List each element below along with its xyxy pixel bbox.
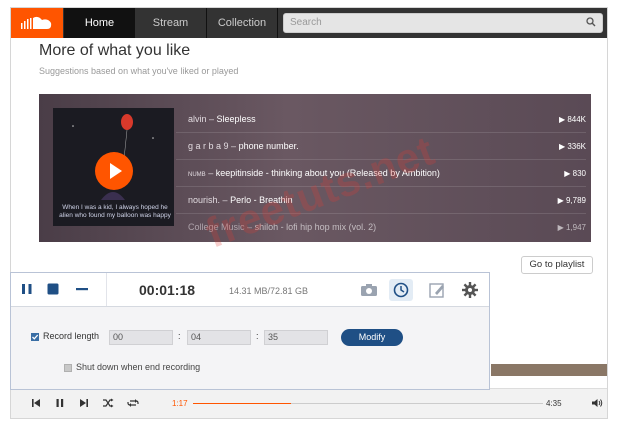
elapsed-time: 1:17 [172,399,188,408]
play-count: ▶ 336K [558,142,586,151]
shutdown-checkbox[interactable] [64,364,72,372]
volume-icon[interactable] [591,398,603,408]
track-separator: – [231,141,239,151]
check-icon [32,334,39,340]
toolbar-divider [106,273,107,306]
cloud-icon [21,16,52,29]
play-count-value: 336K [567,142,586,151]
shutdown-label: Shut down when end recording [76,362,201,372]
play-count: ▶ 830 [564,169,586,178]
track-separator: – [222,195,231,205]
play-count-value: 1,947 [565,223,586,232]
track-separator: – [247,222,255,232]
record-length-checkbox[interactable] [31,333,39,341]
track-row[interactable]: nourish. – Perlo - Breathin ▶ 9,789 [176,187,586,214]
track-artist: g a r b a 9 [188,141,229,151]
track-list: alvin – Sleepless ▶ 844K g a r b a 9 – p… [176,106,586,234]
track-title: Perlo - Breathin [230,195,293,205]
next-icon[interactable] [79,398,89,408]
clock-icon [393,282,409,298]
track-artist: numb [188,168,206,178]
search-input[interactable]: Search [283,13,603,33]
play-button[interactable] [95,152,133,190]
pause-icon[interactable] [55,398,65,408]
play-count: ▶ 9,789 [557,196,586,205]
hours-input[interactable]: 00 [109,330,173,345]
next-section-image [491,364,607,376]
minutes-input[interactable]: 04 [187,330,251,345]
track-row[interactable]: alvin – Sleepless ▶ 844K [176,106,586,133]
track-title: keepitinside - thinking about you (Relea… [215,168,440,178]
nav-home[interactable]: Home [64,8,134,38]
play-count-value: 830 [572,169,586,178]
minimize-icon[interactable] [75,282,89,296]
search-placeholder: Search [290,17,322,28]
track-artist: College Music [188,222,245,232]
play-icon [110,163,122,179]
section-title: More of what you like [39,42,191,59]
playlist-banner: When I was a kid, I always hoped he alie… [39,94,591,242]
modify-button[interactable]: Modify [341,329,403,346]
play-count-value: 844K [567,115,586,124]
track-title: phone number. [238,141,299,151]
track-separator: – [208,168,216,178]
edit-icon [429,283,444,298]
time-colon: : [256,331,259,341]
recording-timer: 00:01:18 [139,282,196,298]
go-to-playlist-button[interactable]: Go to playlist [521,256,593,274]
track-artist: nourish. [188,195,221,205]
bottom-player-bar: 1:17 4:35 [11,388,607,418]
time-colon: : [178,331,181,341]
recorder-toolbar: 00:01:18 14.31 MB/72.81 GB [11,273,489,307]
search-icon[interactable] [586,17,596,27]
edit-button[interactable] [425,279,449,301]
play-count-value: 9,789 [565,196,586,205]
progress-bar[interactable] [193,403,543,404]
progress-fill [193,403,291,404]
playlist-artwork[interactable]: When I was a kid, I always hoped he alie… [53,108,174,226]
repeat-icon[interactable] [127,398,139,408]
previous-icon[interactable] [31,398,41,408]
artwork-caption: When I was a kid, I always hoped he alie… [59,204,171,219]
play-count: ▶ 844K [558,115,586,124]
track-separator: – [209,114,217,124]
top-navigation-bar: Home Stream Collection Search [11,8,607,38]
stop-recording-icon[interactable] [46,282,60,296]
settings-button[interactable] [458,279,482,301]
track-row[interactable]: g a r b a 9 – phone number. ▶ 336K [176,133,586,160]
gear-icon [462,282,478,298]
seconds-input[interactable]: 35 [264,330,328,345]
track-title: Sleepless [216,114,256,124]
track-row[interactable]: numb – keepitinside - thinking about you… [176,160,586,187]
track-artist: alvin [188,114,207,124]
camera-icon [361,284,377,296]
track-row[interactable]: College Music – shiloh - lofi hip hop mi… [176,214,586,234]
record-length-label: Record length [43,331,100,341]
section-subtitle: Suggestions based on what you've liked o… [39,66,239,76]
total-time: 4:35 [546,399,562,408]
play-count: ▶ 1,947 [557,223,586,232]
shuffle-icon[interactable] [102,398,114,408]
screen-recorder-panel: 00:01:18 14.31 MB/72.81 GB Record length… [10,272,490,390]
screenshot-button[interactable] [357,279,381,301]
pause-recording-icon[interactable] [20,282,34,296]
soundcloud-logo[interactable] [11,8,63,38]
schedule-button[interactable] [389,279,413,301]
nav-stream[interactable]: Stream [134,8,206,38]
nav-collection[interactable]: Collection [206,8,278,38]
recording-size: 14.31 MB/72.81 GB [229,286,309,296]
track-title: shiloh - lofi hip hop mix (vol. 2) [254,222,377,232]
